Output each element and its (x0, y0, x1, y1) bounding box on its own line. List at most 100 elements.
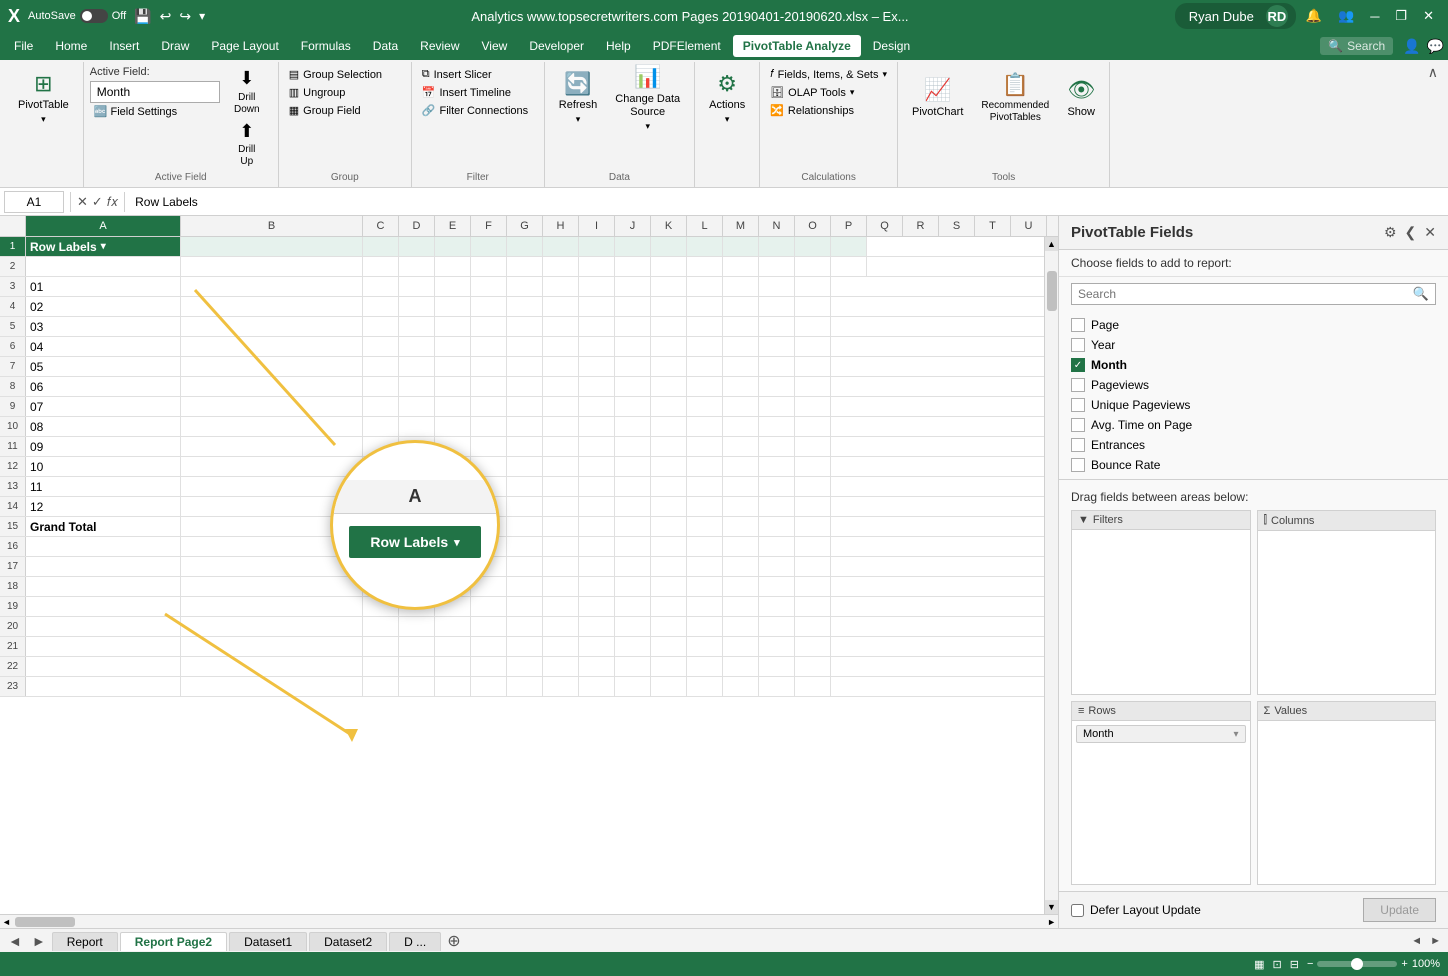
pivot-search-input[interactable] (1078, 287, 1413, 301)
sheet-nav-left-button[interactable]: ◄ (4, 933, 26, 949)
cell-n2[interactable] (759, 257, 795, 276)
formula-input[interactable] (131, 193, 1444, 211)
pivot-panel-chevron-icon[interactable]: ❮ (1405, 224, 1417, 241)
cell-a2[interactable] (26, 257, 181, 276)
menu-design[interactable]: Design (863, 35, 920, 57)
cell-f2[interactable] (471, 257, 507, 276)
redo-icon[interactable]: ↪ (179, 8, 191, 25)
cell-c1[interactable] (363, 237, 399, 256)
group-field-button[interactable]: ▦ Group Field (285, 102, 405, 119)
cell-f1[interactable] (471, 237, 507, 256)
cell-a1[interactable]: Row Labels ▾ (26, 237, 181, 256)
pivot-checkbox-bounce-rate[interactable] (1071, 458, 1085, 472)
cell-e2[interactable] (435, 257, 471, 276)
insert-function-icon[interactable]: 𝑓𝑥 (107, 194, 118, 210)
sheet-tab-dataset1[interactable]: Dataset1 (229, 932, 307, 951)
pivot-field-avg-time[interactable]: Avg. Time on Page (1071, 415, 1436, 435)
cell-a5[interactable]: 03 (26, 317, 181, 336)
restore-button[interactable]: ❐ (1389, 6, 1413, 26)
ribbon-toggle-icon[interactable]: 🔔 (1300, 6, 1328, 26)
filter-connections-button[interactable]: 🔗 Filter Connections (418, 102, 538, 119)
pivot-field-month[interactable]: Month (1071, 355, 1436, 375)
menu-help[interactable]: Help (596, 35, 641, 57)
pivot-checkbox-page[interactable] (1071, 318, 1085, 332)
pivot-field-year[interactable]: Year (1071, 335, 1436, 355)
pivot-panel-close-icon[interactable]: ✕ (1424, 224, 1436, 241)
cell-reference-input[interactable] (4, 191, 64, 213)
col-header-v[interactable]: V (1047, 216, 1058, 236)
cell-d1[interactable] (399, 237, 435, 256)
cell-j1[interactable] (615, 237, 651, 256)
cell-m1[interactable] (723, 237, 759, 256)
active-field-input[interactable] (90, 81, 220, 103)
cell-a12[interactable]: 10 (26, 457, 181, 476)
cell-o1[interactable] (795, 237, 831, 256)
cell-k2[interactable] (651, 257, 687, 276)
page-layout-icon[interactable]: ⊡ (1273, 958, 1282, 971)
cell-g1[interactable] (507, 237, 543, 256)
col-header-s[interactable]: S (939, 216, 975, 236)
sheet-tab-report-page2[interactable]: Report Page2 (120, 932, 227, 951)
confirm-formula-icon[interactable]: ✓ (92, 194, 103, 210)
cell-a13[interactable]: 11 (26, 477, 181, 496)
cell-h1[interactable] (543, 237, 579, 256)
menu-review[interactable]: Review (410, 35, 469, 57)
zoom-slider-thumb[interactable] (1351, 958, 1363, 970)
pivot-checkbox-unique-pageviews[interactable] (1071, 398, 1085, 412)
sheet-scroll-right-button[interactable]: ► (1427, 935, 1444, 947)
update-button[interactable]: Update (1363, 898, 1436, 922)
cell-n1[interactable] (759, 237, 795, 256)
col-header-m[interactable]: M (723, 216, 759, 236)
sheet-tab-d-more[interactable]: D ... (389, 932, 441, 951)
customize-icon[interactable]: ▾ (199, 9, 205, 23)
col-header-e[interactable]: E (435, 216, 471, 236)
cell-p2[interactable] (831, 257, 867, 276)
zoom-out-button[interactable]: − (1307, 958, 1313, 970)
pivot-search-bar[interactable]: 🔍 (1071, 283, 1436, 305)
change-data-source-button[interactable]: 📊 Change DataSource ▾ (607, 66, 688, 130)
vertical-scrollbar[interactable]: ▲ ▼ (1044, 237, 1058, 914)
cell-a4[interactable]: 02 (26, 297, 181, 316)
insert-timeline-button[interactable]: 📅 Insert Timeline (418, 84, 538, 101)
ribbon-collapse-button[interactable]: ∧ (1422, 62, 1444, 187)
cell-c2[interactable] (363, 257, 399, 276)
pivot-panel-settings-icon[interactable]: ⚙ (1384, 224, 1397, 241)
fields-items-sets-button[interactable]: 𝑓 Fields, Items, & Sets ▾ (766, 66, 891, 83)
cell-m2[interactable] (723, 257, 759, 276)
show-button[interactable]: 👁 Show (1059, 66, 1103, 130)
col-header-l[interactable]: L (687, 216, 723, 236)
cell-h2[interactable] (543, 257, 579, 276)
sheet-scroll-left-button[interactable]: ◄ (1408, 935, 1425, 947)
pivot-field-bounce-rate[interactable]: Bounce Rate (1071, 455, 1436, 475)
col-header-n[interactable]: N (759, 216, 795, 236)
menu-draw[interactable]: Draw (151, 35, 199, 57)
pivot-field-entrances[interactable]: Entrances (1071, 435, 1436, 455)
sheet-nav-right-button[interactable]: ► (28, 933, 50, 949)
comments-icon[interactable]: 💬 (1427, 38, 1444, 55)
pivot-area-columns-content[interactable] (1258, 531, 1436, 694)
cell-b2[interactable] (181, 257, 363, 276)
scroll-thumb[interactable] (1047, 271, 1057, 311)
cell-p1[interactable] (831, 237, 867, 256)
menu-home[interactable]: Home (45, 35, 97, 57)
cell-b3[interactable] (181, 277, 363, 296)
pivotchart-button[interactable]: 📈 PivotChart (904, 66, 971, 130)
cell-a3[interactable]: 01 (26, 277, 181, 296)
cell-e1[interactable] (435, 237, 471, 256)
zoom-cell-dropdown-icon[interactable]: ▾ (454, 536, 460, 549)
pivot-field-pageviews[interactable]: Pageviews (1071, 375, 1436, 395)
pivot-area-filters-content[interactable] (1072, 530, 1250, 694)
sheet-tab-dataset2[interactable]: Dataset2 (309, 932, 387, 951)
defer-layout-update-label[interactable]: Defer Layout Update (1071, 903, 1201, 917)
col-header-r[interactable]: R (903, 216, 939, 236)
actions-button[interactable]: ⚙ Actions ▾ (701, 66, 753, 130)
pivot-field-page[interactable]: Page (1071, 315, 1436, 335)
col-header-b[interactable]: B (181, 216, 363, 236)
account-icon[interactable]: 👤 (1403, 38, 1420, 55)
save-icon[interactable]: 💾 (134, 8, 151, 25)
pivot-checkbox-pageviews[interactable] (1071, 378, 1085, 392)
refresh-button[interactable]: 🔄 Refresh ▾ (551, 66, 606, 130)
zoom-slider[interactable] (1317, 961, 1397, 967)
recommended-pivottables-button[interactable]: 📋 RecommendedPivotTables (973, 66, 1057, 130)
rows-month-tag[interactable]: Month ▾ (1076, 725, 1246, 743)
